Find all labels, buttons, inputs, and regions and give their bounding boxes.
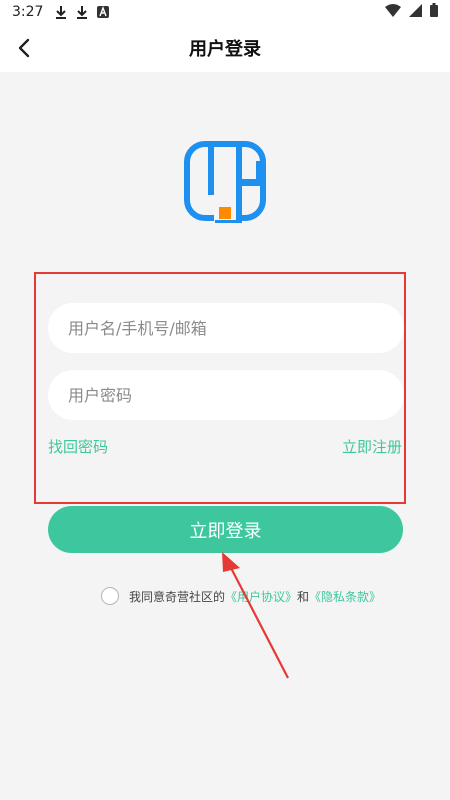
app-logo	[184, 141, 266, 223]
privacy-link[interactable]: 《隐私条款》	[309, 588, 381, 605]
download-icon	[76, 5, 88, 19]
text-a-icon	[97, 6, 110, 18]
wifi-icon	[385, 3, 401, 21]
battery-icon	[430, 3, 438, 21]
signal-icon	[409, 3, 422, 21]
status-right	[385, 3, 438, 21]
login-content: 找回密码 立即注册 立即登录 我同意奇营社区的 《用户协议》 和 《隐私条款》	[0, 72, 450, 800]
status-bar: 3:27	[0, 0, 450, 24]
annotation-arrow	[222, 552, 289, 679]
status-time: 3:27	[12, 4, 44, 20]
agreement-checkbox[interactable]	[101, 587, 119, 605]
page-title: 用户登录	[189, 39, 261, 60]
login-button[interactable]: 立即登录	[48, 506, 403, 553]
download-icon	[55, 5, 67, 19]
chevron-left-icon	[18, 38, 30, 58]
back-button[interactable]	[12, 36, 36, 60]
password-input[interactable]	[48, 370, 404, 420]
nav-bar: 用户登录	[0, 24, 450, 72]
forgot-password-link[interactable]: 找回密码	[48, 436, 108, 457]
username-input[interactable]	[48, 303, 404, 353]
register-link[interactable]: 立即注册	[342, 436, 402, 457]
